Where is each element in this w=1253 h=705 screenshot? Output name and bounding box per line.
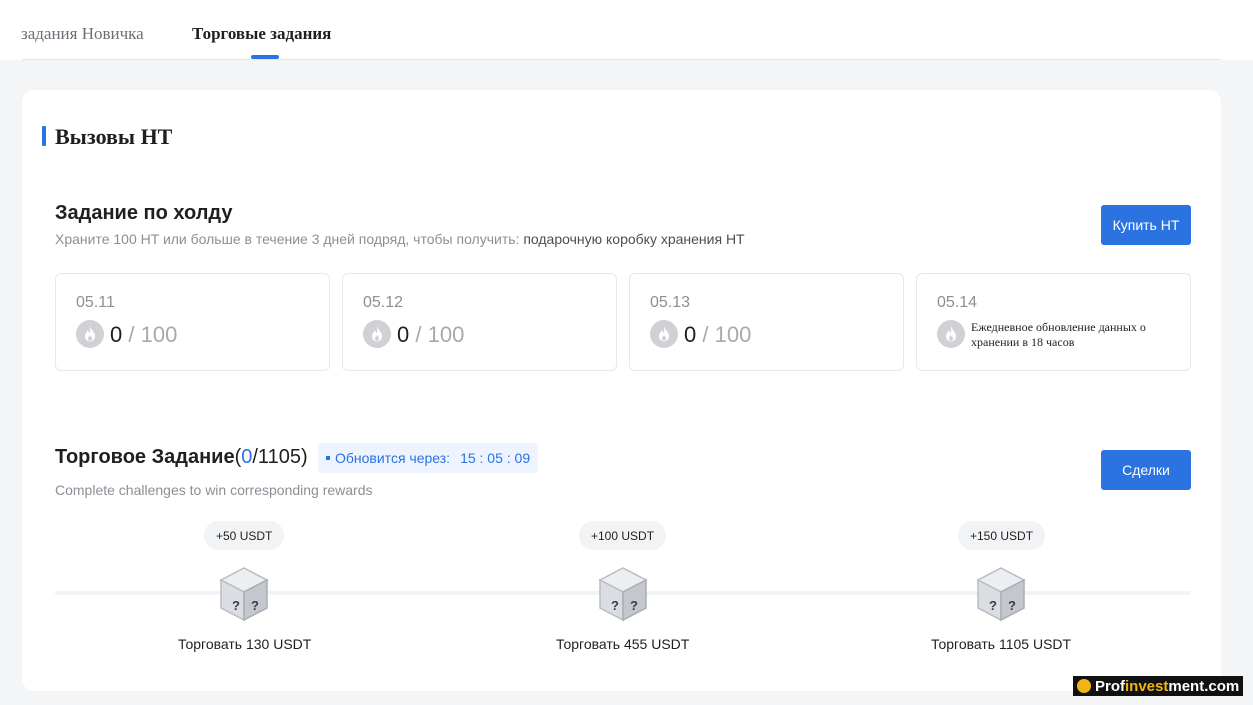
milestone-reward: +150 USDT — [958, 521, 1046, 550]
tab-bar: задания Новичка Торговые задания — [0, 0, 1253, 60]
milestone-reward: +50 USDT — [204, 521, 285, 550]
flame-icon — [363, 320, 391, 348]
day-date: 05.14 — [937, 294, 978, 311]
svg-text:?: ? — [1008, 598, 1016, 613]
mystery-box-icon: ?? — [975, 566, 1027, 622]
hold-day-card: 05.12 0 / 100 — [342, 273, 617, 371]
hold-task-condition: Храните 100 HT или больше в течение 3 дн… — [55, 231, 520, 247]
tab-trading-tasks[interactable]: Торговые задания — [192, 24, 331, 44]
refresh-timer: Обновится через: 15 : 05 : 09 — [318, 443, 539, 473]
trade-task-count: 0 — [241, 446, 253, 468]
timer-label: Обновится через: — [335, 450, 451, 466]
svg-text:?: ? — [232, 598, 240, 613]
milestone-goal: Торговать 1105 USDT — [931, 636, 1072, 652]
trade-task-subtitle: Complete challenges to win corresponding… — [55, 482, 373, 498]
hold-day-card: 05.11 0 / 100 — [55, 273, 330, 371]
trades-button[interactable]: Сделки — [1101, 450, 1191, 490]
trade-task-total: /1105 — [252, 446, 301, 468]
day-date: 05.11 — [76, 294, 115, 311]
watermark-logo-icon — [1077, 679, 1091, 693]
hold-day-card: 05.14 Ежедневное обновление данных о хра… — [916, 273, 1191, 371]
milestone-reward: +100 USDT — [579, 521, 667, 550]
svg-text:?: ? — [989, 598, 997, 613]
hold-task-title: Задание по холду — [55, 202, 233, 224]
mystery-box-icon: ?? — [218, 566, 270, 622]
svg-text:?: ? — [630, 598, 638, 613]
flame-icon — [937, 320, 965, 348]
svg-text:?: ? — [611, 598, 619, 613]
timer-dot-icon — [326, 456, 330, 460]
svg-text:?: ? — [251, 598, 259, 613]
hold-task-subtitle: Храните 100 HT или больше в течение 3 дн… — [55, 231, 745, 247]
site-watermark: Prof invest ment.com — [1073, 676, 1243, 696]
flame-icon — [76, 320, 104, 348]
hold-day-card: 05.13 0 / 100 — [629, 273, 904, 371]
hold-task-reward: подарочную коробку хранения HT — [523, 231, 745, 247]
mystery-box-icon: ?? — [597, 566, 649, 622]
buy-ht-button[interactable]: Купить HT — [1101, 205, 1191, 245]
tab-divider — [22, 59, 1221, 60]
update-note: Ежедневное обновление данных о хранении … — [971, 320, 1146, 349]
section-title-accent — [42, 126, 46, 146]
day-date: 05.12 — [363, 294, 404, 311]
day-date: 05.13 — [650, 294, 691, 311]
milestone-goal: Торговать 455 USDT — [556, 636, 690, 652]
day-progress: 0 / 100 — [110, 322, 178, 347]
trade-task-title: Торговое Задание(0/1105) — [55, 446, 308, 468]
challenges-panel: Вызовы HT Задание по холду Храните 100 H… — [22, 90, 1221, 691]
day-progress: 0 / 100 — [684, 322, 752, 347]
timer-value: 15 : 05 : 09 — [460, 450, 531, 466]
tab-newbie-tasks[interactable]: задания Новичка — [21, 24, 144, 44]
milestone-goal: Торговать 130 USDT — [178, 636, 312, 652]
flame-icon — [650, 320, 678, 348]
section-title: Вызовы HT — [55, 124, 173, 149]
day-progress: 0 / 100 — [397, 322, 465, 347]
